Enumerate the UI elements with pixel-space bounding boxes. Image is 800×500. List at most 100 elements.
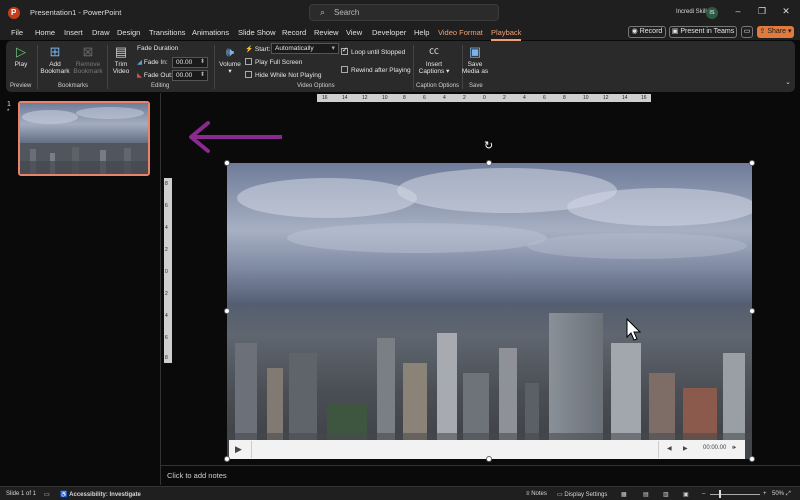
resize-handle[interactable] [224,456,230,462]
remove-bookmark-label: Remove Bookmark [73,61,103,75]
zoom-slider[interactable] [710,494,760,495]
play-full-screen-label: Play Full Screen [255,59,303,66]
rotate-handle-icon[interactable]: ↻ [484,139,493,152]
ribbon-playback: ▷ Play Preview ⊞ Add Bookmark ⊠ Remove B… [6,41,795,92]
resize-handle[interactable] [749,456,755,462]
slide-sorter-icon[interactable]: ▤ [643,491,649,498]
zoom-out-icon[interactable]: – [702,491,705,497]
maximize-icon[interactable]: ❐ [755,6,769,17]
zoom-level[interactable]: 50% [772,491,784,497]
tab-draw[interactable]: Draw [92,28,110,37]
close-icon[interactable]: ✕ [779,6,793,17]
collapse-ribbon-button[interactable]: ⌄ [784,79,792,86]
video-city [227,303,752,459]
start-dropdown[interactable]: Automatically [271,43,339,54]
video-volume-icon[interactable]: 🕪 [732,445,736,452]
video-frame[interactable] [227,163,752,459]
display-settings-label: Display Settings [564,492,608,498]
share-button[interactable]: ⇪ Share ▾ [757,26,794,38]
record-icon: ◉ [631,28,638,35]
resize-handle[interactable] [749,160,755,166]
pane-divider[interactable] [160,93,161,485]
video-play-button[interactable]: ▶ [235,444,242,455]
rewind-icon[interactable]: ◀ [667,445,672,452]
fade-in-input[interactable]: 00.00 [172,57,208,68]
tab-review[interactable]: Review [314,28,339,37]
ruler-tick-label: 4 [523,95,526,101]
play-button[interactable]: ▷ Play [9,45,33,69]
minimize-icon[interactable]: – [731,6,745,16]
tab-design[interactable]: Design [117,28,140,37]
group-label-editing: Editing [151,83,170,89]
remove-bookmark-button[interactable]: ⊠ Remove Bookmark [72,45,104,76]
video-time: 00:00.00 [703,445,727,451]
slide-number: 1 [7,101,11,108]
present-in-teams-button[interactable]: ▣ Present in Teams [669,26,737,38]
tab-slide-show[interactable]: Slide Show [238,28,276,37]
add-bookmark-button[interactable]: ⊞ Add Bookmark [39,45,71,76]
notes-divider[interactable] [161,465,800,466]
zoom-in-icon[interactable]: + [763,491,767,497]
fit-to-window-icon[interactable]: ⤢ [786,491,791,498]
resize-handle[interactable] [486,160,492,166]
save-media-as-label: Save Media as [461,61,489,75]
resize-handle[interactable] [224,308,230,314]
hide-while-not-playing-checkbox[interactable]: Hide While Not Playing [245,71,321,79]
tab-transitions[interactable]: Transitions [149,28,185,37]
vertical-ruler: 8 6 4 2 0 2 4 6 8 [164,178,172,363]
trim-video-button[interactable]: ▤ Trim Video [109,45,133,76]
tab-developer[interactable]: Developer [372,28,406,37]
ruler-tick-label: 10 [583,95,589,101]
notes-button[interactable]: ≡ Notes [526,491,547,497]
comments-button[interactable]: ▭ [741,26,753,38]
loop-until-stopped-checkbox[interactable]: Loop until Stopped [341,46,405,56]
tab-view[interactable]: View [346,28,362,37]
tab-file[interactable]: File [11,28,23,37]
search-placeholder: Search [334,8,360,17]
present-label: Present in Teams [680,28,735,35]
group-divider [214,45,215,89]
save-media-as-button[interactable]: ▣ Save Media as [461,45,489,76]
tab-home[interactable]: Home [35,28,55,37]
avatar[interactable]: IS [706,7,718,19]
user-name[interactable]: Incredi Skill [676,9,707,15]
display-icon: ▭ [557,492,563,498]
volume-icon: 🕪 [225,44,235,59]
forward-icon[interactable]: ▶ [683,445,688,452]
play-full-screen-checkbox[interactable]: Play Full Screen [245,58,302,66]
checkbox-checked-icon [341,46,348,55]
resize-handle[interactable] [486,456,492,462]
tab-insert[interactable]: Insert [64,28,83,37]
zoom-slider-thumb[interactable] [719,490,721,498]
fade-out-icon: ◣ [137,72,142,79]
tab-record[interactable]: Record [282,28,306,37]
insert-captions-button[interactable]: ㏄ Insert Captions ▾ [417,45,451,75]
spelling-icon[interactable]: ▭ [44,491,50,498]
accessibility-status[interactable]: ♿ Accessibility: Investigate [60,491,141,498]
slide-thumbnail[interactable] [18,101,150,176]
fade-duration-label: Fade Duration [137,45,179,52]
chevron-down-icon: ▾ [228,68,232,75]
tab-help[interactable]: Help [414,28,429,37]
fade-out-input[interactable]: 00.00 [172,70,208,81]
rewind-after-playing-checkbox[interactable]: Rewind after Playing [341,66,411,74]
resize-handle[interactable] [749,308,755,314]
video-progress-bar[interactable] [251,441,659,458]
notes-placeholder[interactable]: Click to add notes [167,471,227,480]
reading-view-icon[interactable]: ▥ [663,491,669,498]
tab-animations[interactable]: Animations [192,28,229,37]
normal-view-icon[interactable]: ▦ [621,491,627,498]
fade-in-icon: ◢ [137,59,142,66]
group-label-save: Save [469,83,483,89]
resize-handle[interactable] [224,160,230,166]
ruler-tick-label: 6 [165,335,168,341]
chevron-down-icon: ⌄ [785,79,791,86]
display-settings-button[interactable]: ▭ Display Settings [557,491,607,498]
tab-playback[interactable]: Playback [491,28,522,41]
record-button[interactable]: ◉ Record [628,26,666,38]
play-label: Play [14,61,28,68]
slideshow-view-icon[interactable]: ▣ [683,491,689,498]
volume-button[interactable]: 🕪 Volume ▾ [218,44,242,76]
search-box[interactable]: ⌕ Search [309,4,499,21]
tab-video-format[interactable]: Video Format [438,28,483,37]
